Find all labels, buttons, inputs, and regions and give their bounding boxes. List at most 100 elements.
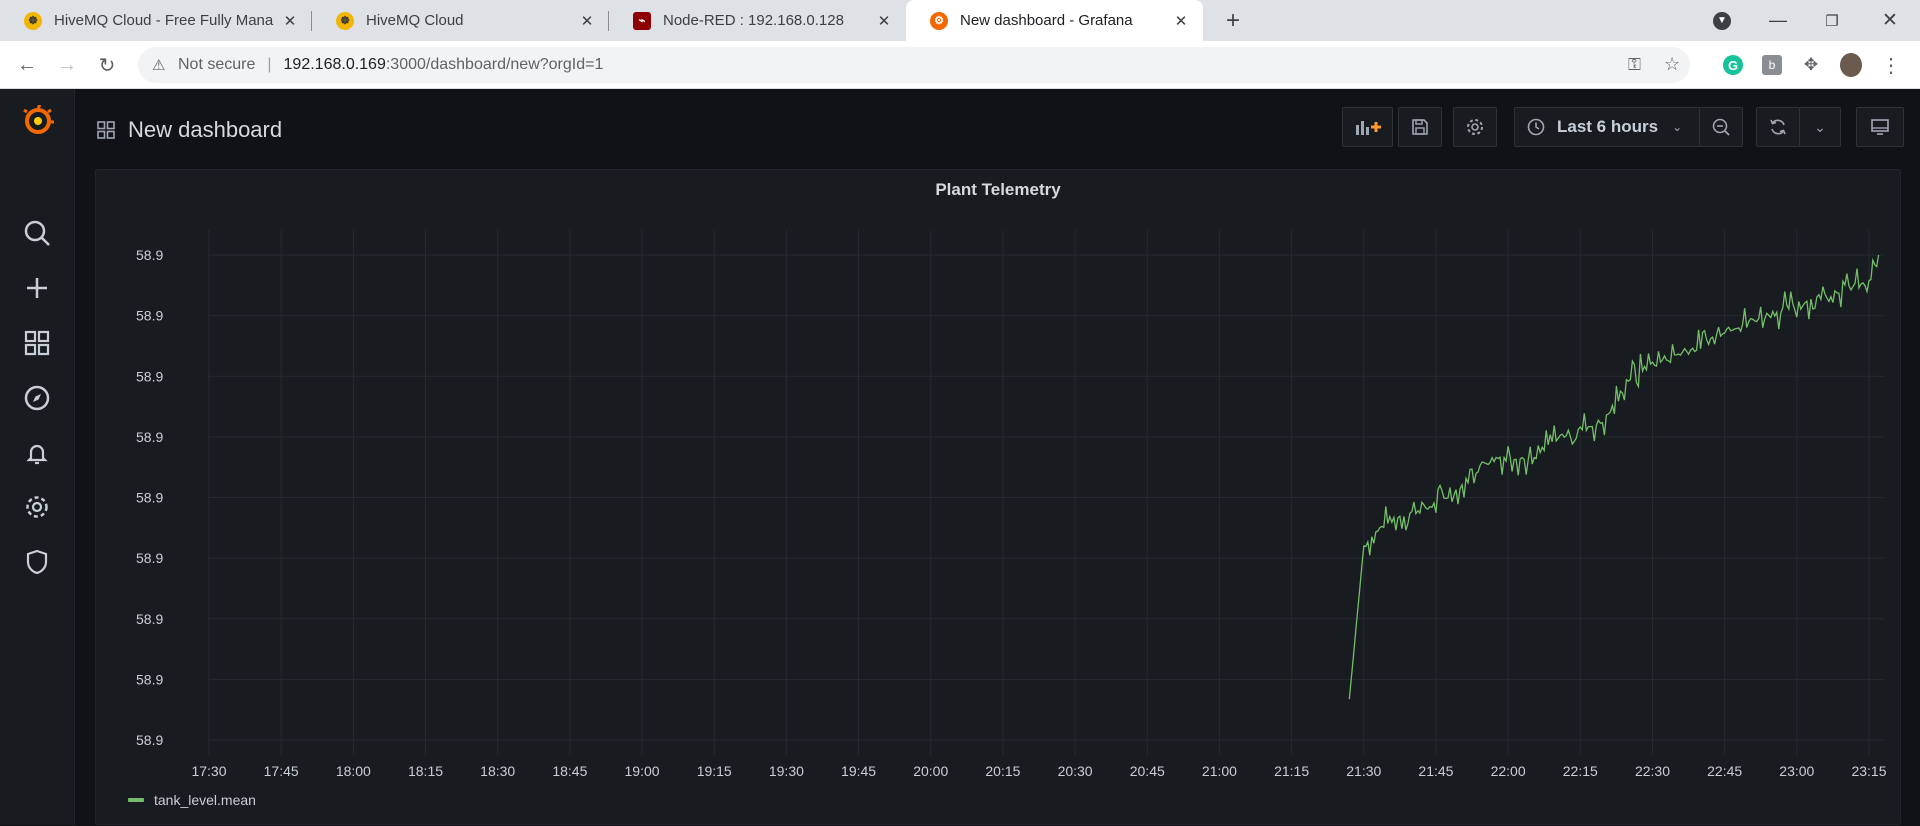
star-icon[interactable]: ☆ <box>1664 54 1680 75</box>
warning-icon: ⚠ <box>152 57 166 74</box>
x-tick-label: 20:30 <box>1058 763 1093 779</box>
url-path: :3000/dashboard/new?orgId=1 <box>385 56 604 73</box>
y-tick-label: 58.9 <box>136 247 163 263</box>
tab-title: New dashboard - Grafana <box>960 12 1133 29</box>
close-window-icon[interactable]: ✕ <box>1878 0 1902 41</box>
zoom-out-button[interactable] <box>1699 107 1743 147</box>
cycle-view-mode-button[interactable] <box>1856 107 1904 147</box>
close-tab-icon[interactable]: ✕ <box>280 12 300 30</box>
dashboard-grid-icon <box>97 121 115 139</box>
create-plus-icon[interactable] <box>23 274 51 302</box>
hivemq-icon: ☸ <box>24 11 42 30</box>
x-tick-label: 18:00 <box>336 763 371 779</box>
time-picker-button[interactable]: Last 6 hours ⌄ <box>1514 107 1701 147</box>
address-divider: | <box>267 56 272 73</box>
tab-title: HiveMQ Cloud <box>366 12 464 29</box>
x-tick-label: 20:15 <box>985 763 1020 779</box>
dashboard-nav: New dashboard Last 6 hours ⌄ ⌄ <box>75 89 1920 169</box>
x-tick-label: 22:15 <box>1563 763 1598 779</box>
x-tick-label: 18:30 <box>480 763 515 779</box>
refresh-icon <box>1770 119 1786 135</box>
refresh-interval-dropdown[interactable]: ⌄ <box>1799 107 1841 147</box>
x-tick-label: 21:15 <box>1274 763 1309 779</box>
tab-search-icon[interactable]: ▼ <box>1710 0 1734 41</box>
save-icon <box>1412 119 1428 135</box>
grafana-icon: ⚙ <box>930 11 948 30</box>
browser-toolbar: ← → ↻ ⚠ Not secure | 192.168.0.169 :3000… <box>0 41 1920 89</box>
nodered-icon: ⌁ <box>633 11 651 30</box>
forward-icon[interactable]: → <box>55 53 79 77</box>
close-tab-icon[interactable]: ✕ <box>577 12 597 30</box>
browser-tab-3[interactable]: ⌁ Node-RED : 192.168.0.128 ✕ <box>609 0 906 41</box>
add-panel-button[interactable] <box>1342 107 1393 147</box>
y-tick-label: 58.9 <box>136 550 163 566</box>
key-icon[interactable]: ⚿ <box>1628 55 1641 75</box>
legend-swatch <box>128 798 144 802</box>
extension-badge-icon[interactable]: b <box>1761 54 1783 76</box>
y-tick-label: 58.9 <box>136 671 163 687</box>
reload-icon[interactable]: ↻ <box>95 53 119 77</box>
x-tick-label: 20:45 <box>1130 763 1165 779</box>
x-tick-label: 23:15 <box>1851 763 1886 779</box>
grafana-sidebar <box>0 89 75 825</box>
x-tick-label: 22:30 <box>1635 763 1670 779</box>
x-tick-label: 19:30 <box>769 763 804 779</box>
y-tick-label: 58.9 <box>136 732 163 748</box>
panel-title[interactable]: Plant Telemetry <box>96 180 1900 200</box>
y-tick-label: 58.9 <box>136 308 163 324</box>
search-icon[interactable] <box>23 219 51 247</box>
browser-tab-2[interactable]: ☸ HiveMQ Cloud ✕ <box>312 0 609 41</box>
menu-icon[interactable]: ⋮ <box>1880 54 1902 77</box>
y-tick-label: 58.9 <box>136 368 163 384</box>
x-tick-label: 21:00 <box>1202 763 1237 779</box>
explore-compass-icon[interactable] <box>23 384 51 412</box>
x-tick-label: 19:15 <box>697 763 732 779</box>
legend: tank_level.mean <box>128 792 256 808</box>
avatar[interactable] <box>1840 53 1862 77</box>
legend-label[interactable]: tank_level.mean <box>154 792 256 808</box>
series-line-tank-level <box>1348 254 1880 700</box>
graph-panel[interactable]: 58.9 58.9 58.9 58.9 58.9 58.9 58.9 58.9 58.9 17:3… <box>95 169 1901 825</box>
browser-tab-1[interactable]: ☸ HiveMQ Cloud - Free Fully Mana ✕ <box>0 0 312 41</box>
server-admin-shield-icon[interactable] <box>23 548 51 576</box>
x-tick-label: 22:00 <box>1491 763 1526 779</box>
monitor-icon <box>1871 119 1889 135</box>
close-tab-icon[interactable]: ✕ <box>1171 12 1191 30</box>
grafana-logo[interactable] <box>22 105 54 137</box>
new-tab-button[interactable]: + <box>1216 0 1250 41</box>
chevron-down-icon: ⌄ <box>1672 120 1683 134</box>
security-status: Not secure <box>178 56 256 73</box>
close-tab-icon[interactable]: ✕ <box>874 12 894 30</box>
x-tick-label: 21:30 <box>1346 763 1381 779</box>
gear-icon <box>1467 119 1483 135</box>
dashboard-settings-button[interactable] <box>1453 107 1497 147</box>
tab-title: HiveMQ Cloud - Free Fully Mana <box>54 12 274 29</box>
time-series-chart: 58.9 58.9 58.9 58.9 58.9 58.9 58.9 58.9 58.9 17:3… <box>136 230 1887 779</box>
x-tick-label: 17:45 <box>264 763 299 779</box>
alerting-bell-icon[interactable] <box>23 439 51 467</box>
dashboards-grid-icon[interactable] <box>23 329 51 357</box>
browser-tab-strip: ☸ HiveMQ Cloud - Free Fully Mana ✕ ☸ Hiv… <box>0 0 1920 41</box>
back-icon[interactable]: ← <box>15 53 39 77</box>
zoom-out-icon <box>1712 118 1730 136</box>
grammarly-icon[interactable]: G <box>1722 54 1744 76</box>
x-tick-label: 22:45 <box>1707 763 1742 779</box>
x-tick-label: 23:00 <box>1779 763 1814 779</box>
hivemq-icon: ☸ <box>336 11 354 30</box>
dashboard-title[interactable]: New dashboard <box>128 117 282 143</box>
x-tick-label: 17:30 <box>191 763 226 779</box>
minimize-window-icon[interactable]: — <box>1766 0 1790 41</box>
restore-window-icon[interactable]: ❐ <box>1820 0 1844 41</box>
time-range-label: Last 6 hours <box>1557 117 1659 136</box>
address-bar[interactable]: ⚠ Not secure | 192.168.0.169 :3000/dashb… <box>138 47 1690 83</box>
puzzle-icon[interactable]: ✥ <box>1800 54 1822 76</box>
refresh-button[interactable] <box>1756 107 1800 147</box>
save-dashboard-button[interactable] <box>1398 107 1442 147</box>
url-host: 192.168.0.169 <box>283 56 386 73</box>
x-tick-label: 19:45 <box>841 763 876 779</box>
x-tick-label: 18:15 <box>408 763 443 779</box>
add-panel-icon <box>1355 121 1381 135</box>
configuration-gear-icon[interactable] <box>23 493 51 521</box>
browser-tab-4[interactable]: ⚙ New dashboard - Grafana ✕ <box>906 0 1203 41</box>
x-tick-label: 20:00 <box>913 763 948 779</box>
